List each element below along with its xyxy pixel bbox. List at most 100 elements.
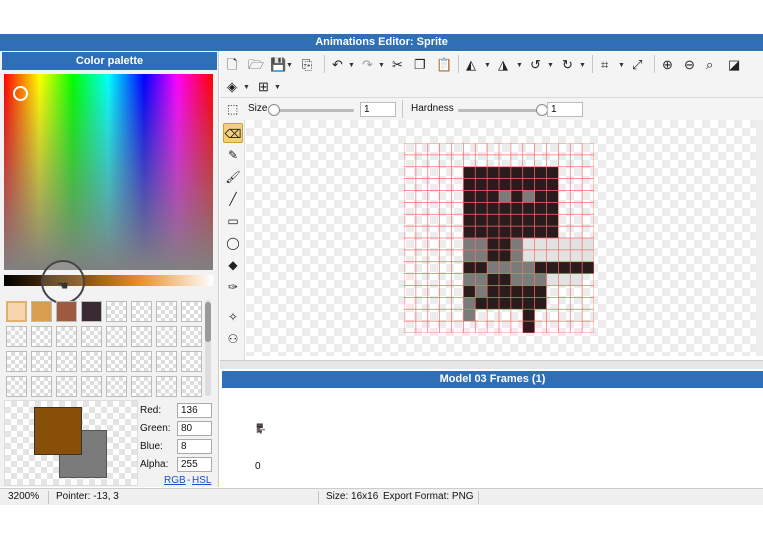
spectrum-cursor[interactable] bbox=[13, 86, 28, 101]
palette-swatch[interactable] bbox=[106, 326, 127, 347]
sprite-pixel[interactable] bbox=[463, 214, 476, 227]
blue-input[interactable]: 8 bbox=[177, 439, 212, 454]
sprite-pixel[interactable] bbox=[558, 261, 571, 274]
sprite-pixel[interactable] bbox=[522, 166, 535, 179]
sprite-pixel[interactable] bbox=[522, 261, 535, 274]
sprite-pixel[interactable] bbox=[499, 249, 511, 262]
rotate-right-icon[interactable]: ↻ bbox=[562, 58, 573, 71]
sprite-pixel[interactable] bbox=[487, 297, 499, 310]
redo-menu-chevron-icon[interactable]: ▼ bbox=[378, 62, 385, 69]
pencil-tool-icon[interactable]: ✎ bbox=[223, 145, 243, 165]
resize-icon[interactable]: ⤢ bbox=[632, 58, 642, 71]
color-spectrum[interactable] bbox=[4, 74, 213, 270]
sprite-pixel[interactable] bbox=[522, 190, 535, 203]
sprite-pixel[interactable] bbox=[510, 261, 523, 274]
sprite-pixel[interactable] bbox=[499, 285, 511, 298]
zoom-out-icon[interactable]: ⊖ bbox=[684, 58, 695, 71]
selection-icon[interactable]: ⬚ bbox=[227, 103, 238, 116]
sprite-pixel[interactable] bbox=[475, 202, 488, 215]
sprite-pixel[interactable] bbox=[463, 261, 476, 274]
sprite-pixel[interactable] bbox=[522, 297, 535, 310]
sprite-pixel[interactable] bbox=[522, 309, 535, 322]
grid-chevron-icon[interactable]: ▼ bbox=[274, 84, 281, 91]
node-tool-icon[interactable]: ⚇ bbox=[223, 329, 243, 349]
sprite-pixel[interactable] bbox=[475, 178, 488, 191]
palette-swatch[interactable] bbox=[156, 351, 177, 372]
sprite-pixel[interactable] bbox=[510, 297, 523, 310]
palette-swatch[interactable] bbox=[6, 351, 27, 372]
palette-swatch[interactable] bbox=[31, 376, 52, 397]
size-input[interactable]: 1 bbox=[360, 102, 396, 117]
sprite-pixel[interactable] bbox=[499, 238, 511, 250]
palette-swatch[interactable] bbox=[56, 351, 77, 372]
sprite-pixel[interactable] bbox=[499, 178, 511, 191]
sprite-pixel[interactable] bbox=[546, 238, 559, 250]
grid-icon[interactable]: ⊞ bbox=[258, 80, 269, 93]
size-slider-handle[interactable] bbox=[268, 104, 280, 116]
hsl-mode-link[interactable]: HSL bbox=[192, 475, 211, 486]
sprite-pixel[interactable] bbox=[499, 214, 511, 227]
sprite-pixel[interactable] bbox=[475, 166, 488, 179]
sprite-pixel[interactable] bbox=[534, 202, 547, 215]
save-menu-chevron-icon[interactable]: ▼ bbox=[286, 62, 293, 69]
sprite-pixel[interactable] bbox=[522, 238, 535, 250]
sprite-pixel[interactable] bbox=[534, 214, 547, 227]
sprite-pixel[interactable] bbox=[487, 190, 499, 203]
sprite-pixel[interactable] bbox=[570, 249, 583, 262]
save-icon[interactable]: 💾 bbox=[270, 58, 286, 71]
sprite-pixel[interactable] bbox=[510, 202, 523, 215]
sprite-pixel[interactable] bbox=[522, 226, 535, 238]
sprite-pixel[interactable] bbox=[510, 249, 523, 262]
sprite-pixel[interactable] bbox=[499, 226, 511, 238]
sprite-pixel[interactable] bbox=[546, 273, 559, 286]
sprite-pixel[interactable] bbox=[463, 178, 476, 191]
palette-swatch[interactable] bbox=[156, 301, 177, 322]
sprite-pixel[interactable] bbox=[499, 166, 511, 179]
sprite-pixel[interactable] bbox=[534, 261, 547, 274]
size-slider[interactable] bbox=[274, 109, 354, 112]
sprite-pixel[interactable] bbox=[534, 273, 547, 286]
layers-icon[interactable]: ◈ bbox=[227, 80, 237, 93]
sprite-pixel[interactable] bbox=[487, 261, 499, 274]
sprite-pixel[interactable] bbox=[534, 190, 547, 203]
palette-scrollbar-thumb[interactable] bbox=[205, 302, 211, 342]
sprite-pixel[interactable] bbox=[522, 321, 535, 333]
red-input[interactable]: 136 bbox=[177, 403, 212, 418]
sprite-pixel[interactable] bbox=[558, 273, 571, 286]
zoom-fit-icon[interactable]: ⌕ bbox=[706, 58, 713, 71]
rectangle-tool-icon[interactable]: ▭ bbox=[223, 211, 243, 231]
new-file-icon[interactable]: 🗋 bbox=[227, 58, 237, 71]
palette-swatch[interactable] bbox=[106, 376, 127, 397]
palette-swatch[interactable] bbox=[81, 376, 102, 397]
sprite-pixel[interactable] bbox=[510, 238, 523, 250]
sprite-pixel[interactable] bbox=[570, 273, 583, 286]
hotspot-tool-icon[interactable]: ✧ bbox=[223, 307, 243, 327]
sprite-pixel[interactable] bbox=[546, 226, 559, 238]
brush-tool-icon[interactable]: 🖌 bbox=[223, 167, 243, 187]
sprite-pixel[interactable] bbox=[487, 178, 499, 191]
cut-icon[interactable]: ✂ bbox=[392, 58, 403, 71]
rotate-right-chevron-icon[interactable]: ▼ bbox=[579, 62, 586, 69]
flip-horizontal-icon[interactable]: ◭ bbox=[466, 58, 476, 71]
sprite-pixel[interactable] bbox=[546, 249, 559, 262]
palette-swatch[interactable] bbox=[131, 376, 152, 397]
alpha-input[interactable]: 255 bbox=[177, 457, 212, 472]
flip-vertical-icon[interactable]: ◮ bbox=[498, 58, 508, 71]
sprite-pixel[interactable] bbox=[546, 190, 559, 203]
sprite-pixel[interactable] bbox=[546, 214, 559, 227]
palette-swatch[interactable] bbox=[131, 301, 152, 322]
palette-swatch[interactable] bbox=[181, 351, 202, 372]
palette-swatch[interactable] bbox=[181, 376, 202, 397]
sprite-pixel[interactable] bbox=[463, 273, 476, 286]
palette-swatch[interactable] bbox=[81, 326, 102, 347]
sprite-pixel[interactable] bbox=[463, 226, 476, 238]
palette-swatch[interactable] bbox=[6, 376, 27, 397]
sprite-pixel[interactable] bbox=[546, 261, 559, 274]
zoom-in-icon[interactable]: ⊕ bbox=[662, 58, 673, 71]
sprite-pixel[interactable] bbox=[546, 202, 559, 215]
sprite-pixel[interactable] bbox=[475, 273, 488, 286]
palette-swatch[interactable] bbox=[31, 301, 52, 322]
frame-thumbnail[interactable] bbox=[253, 421, 265, 435]
hardness-slider[interactable] bbox=[458, 109, 542, 112]
flip-vertical-chevron-icon[interactable]: ▼ bbox=[516, 62, 523, 69]
